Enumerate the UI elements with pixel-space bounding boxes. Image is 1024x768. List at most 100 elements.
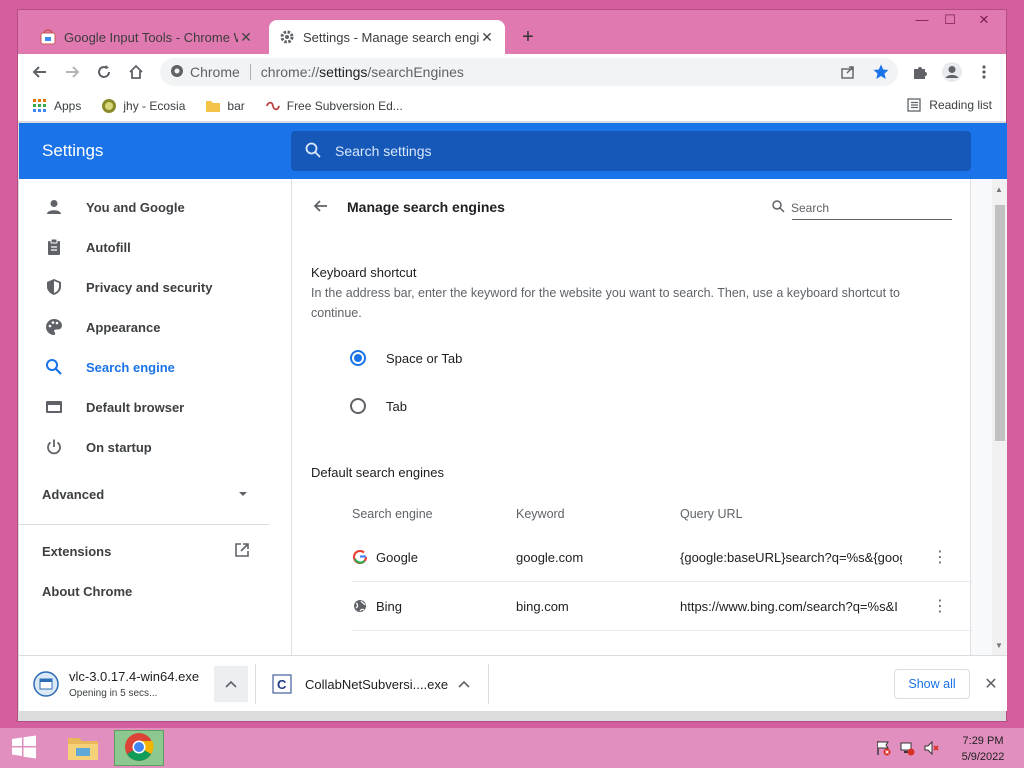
search-icon bbox=[772, 200, 785, 216]
engine-cell: Bing bbox=[352, 598, 402, 614]
download-file-name: CollabNetSubversi....exe bbox=[305, 676, 449, 692]
bookmark-folder-bar[interactable]: bar bbox=[205, 98, 245, 114]
chevron-down-icon bbox=[238, 487, 248, 502]
radio-button-checked[interactable] bbox=[350, 350, 366, 366]
action-center-flag-icon[interactable] bbox=[874, 740, 892, 756]
keyboard-shortcut-description: In the address bar, enter the keyword fo… bbox=[311, 286, 900, 320]
column-header-query-url: Query URL bbox=[680, 507, 743, 521]
kebab-menu-icon[interactable] bbox=[972, 60, 996, 84]
search-placeholder: Search settings bbox=[335, 143, 432, 159]
browser-window-icon bbox=[42, 395, 66, 419]
tab-settings[interactable]: Settings - Manage search engine ✕ bbox=[269, 20, 505, 54]
tab-google-input-tools[interactable]: Google Input Tools - Chrome We ✕ bbox=[30, 20, 264, 54]
download-status: Opening in 5 secs... bbox=[69, 688, 158, 699]
sidebar-item-label: Autofill bbox=[86, 239, 131, 255]
sidebar-item-label: Appearance bbox=[86, 319, 161, 335]
sidebar-advanced-toggle[interactable]: Advanced bbox=[42, 487, 252, 502]
share-icon[interactable] bbox=[840, 64, 856, 83]
sidebar-item-about-chrome[interactable]: About Chrome bbox=[42, 584, 132, 599]
bookmark-star-icon[interactable] bbox=[872, 63, 890, 84]
sidebar-item-autofill[interactable]: Autofill bbox=[19, 227, 291, 267]
reload-icon[interactable] bbox=[92, 60, 116, 84]
vertical-scrollbar[interactable]: ▲ ▼ bbox=[992, 179, 1007, 655]
home-icon[interactable] bbox=[124, 60, 148, 84]
bookmark-label: jhy - Ecosia bbox=[123, 98, 186, 113]
search-icon bbox=[42, 355, 66, 379]
keyboard-shortcut-heading: Keyboard shortcut bbox=[311, 265, 417, 280]
forward-arrow-icon[interactable] bbox=[60, 60, 84, 84]
download-shelf: vlc-3.0.17.4-win64.exe Opening in 5 secs… bbox=[19, 655, 1007, 711]
radio-space-or-tab[interactable]: Space or Tab bbox=[350, 350, 462, 366]
sidebar-item-you-and-google[interactable]: You and Google bbox=[19, 187, 291, 227]
palette-icon bbox=[42, 315, 66, 339]
network-icon[interactable] bbox=[898, 740, 916, 756]
apps-grid-icon bbox=[32, 98, 48, 114]
start-button[interactable] bbox=[0, 730, 48, 766]
more-actions-icon[interactable]: ⋮ bbox=[930, 596, 950, 616]
bookmark-subversion[interactable]: Free Subversion Ed... bbox=[265, 98, 403, 114]
sidebar-item-label: Default browser bbox=[86, 399, 185, 415]
bookmark-label: bar bbox=[227, 98, 245, 113]
extensions-puzzle-icon[interactable] bbox=[908, 60, 932, 84]
tab-title: Settings - Manage search engine bbox=[303, 29, 479, 45]
volume-muted-icon[interactable] bbox=[922, 740, 940, 756]
column-header-keyword: Keyword bbox=[516, 507, 565, 521]
subversion-icon bbox=[265, 98, 281, 114]
sidebar-item-on-startup[interactable]: On startup bbox=[19, 427, 291, 467]
reading-list-button[interactable]: Reading list bbox=[907, 98, 992, 112]
profile-avatar-icon[interactable] bbox=[940, 60, 964, 84]
bookmarks-bar: Apps jhy - Ecosia bar Free Subversion Ed… bbox=[18, 90, 1006, 122]
open-in-new-icon bbox=[234, 542, 250, 561]
close-window-button[interactable]: ✕ bbox=[969, 12, 999, 32]
sidebar-item-search-engine[interactable]: Search engine bbox=[19, 347, 291, 387]
engine-cell: Google bbox=[352, 549, 418, 565]
scrollbar-thumb[interactable] bbox=[995, 205, 1005, 441]
scroll-up-icon[interactable]: ▲ bbox=[995, 185, 1003, 194]
radio-label: Tab bbox=[386, 398, 407, 414]
site-chip: Chrome bbox=[190, 64, 240, 80]
sidebar-item-label: Extensions bbox=[42, 544, 112, 559]
new-tab-button[interactable]: + bbox=[516, 26, 540, 49]
sidebar-item-default-browser[interactable]: Default browser bbox=[19, 387, 291, 427]
search-placeholder: Search bbox=[791, 201, 830, 215]
settings-sidebar: You and Google Autofill Privacy and secu… bbox=[19, 179, 291, 655]
scroll-down-icon[interactable]: ▼ bbox=[995, 641, 1003, 650]
bookmark-apps[interactable]: Apps bbox=[32, 98, 81, 114]
close-icon[interactable]: ✕ bbox=[979, 670, 1003, 698]
search-engines-search-input[interactable]: Search bbox=[772, 197, 952, 220]
file-explorer-icon bbox=[67, 733, 99, 764]
sidebar-item-extensions[interactable]: Extensions bbox=[42, 542, 252, 561]
search-settings-input[interactable]: Search settings bbox=[291, 131, 971, 171]
settings-page: Settings Search settings You and Google … bbox=[19, 123, 1007, 655]
radio-tab[interactable]: Tab bbox=[350, 398, 407, 414]
radio-button-unchecked[interactable] bbox=[350, 398, 366, 414]
chrome-window: Google Input Tools - Chrome We ✕ Setting… bbox=[17, 9, 1007, 722]
download-options-chevron-up-icon[interactable] bbox=[447, 666, 481, 702]
radio-label: Space or Tab bbox=[386, 350, 463, 366]
back-arrow-icon[interactable] bbox=[28, 60, 52, 84]
sidebar-item-privacy[interactable]: Privacy and security bbox=[19, 267, 291, 307]
sidebar-divider bbox=[19, 524, 269, 525]
power-icon bbox=[42, 435, 66, 459]
download-item-vlc[interactable]: vlc-3.0.17.4-win64.exe Opening in 5 secs… bbox=[33, 664, 199, 704]
address-bar[interactable]: Chrome chrome://settings/searchEngines bbox=[160, 58, 898, 86]
sidebar-item-appearance[interactable]: Appearance bbox=[19, 307, 291, 347]
taskbar-chrome[interactable] bbox=[114, 730, 164, 766]
minimize-button[interactable]: — bbox=[907, 12, 937, 32]
bookmark-ecosia[interactable]: jhy - Ecosia bbox=[101, 98, 185, 114]
download-divider bbox=[488, 664, 489, 704]
collabnet-icon: C bbox=[269, 671, 295, 697]
close-icon[interactable]: ✕ bbox=[479, 29, 495, 46]
back-arrow-icon[interactable] bbox=[310, 195, 332, 217]
taskbar-file-explorer[interactable] bbox=[58, 730, 108, 766]
download-options-chevron-up-icon[interactable] bbox=[214, 666, 248, 702]
manage-search-engines-card: Manage search engines Search Keyboard sh… bbox=[291, 179, 972, 655]
query-url-cell: {google:baseURL}search?q=%s&{goog bbox=[680, 550, 902, 565]
close-icon[interactable]: ✕ bbox=[238, 29, 254, 46]
reading-list-icon bbox=[907, 98, 921, 112]
maximize-button[interactable]: ☐ bbox=[935, 12, 965, 32]
download-item-collabnet[interactable]: C CollabNetSubversi....exe bbox=[269, 664, 448, 704]
more-actions-icon[interactable]: ⋮ bbox=[930, 547, 950, 567]
taskbar-clock[interactable]: 7:29 PM 5/9/2022 bbox=[952, 733, 1014, 765]
show-all-button[interactable]: Show all bbox=[894, 669, 970, 699]
